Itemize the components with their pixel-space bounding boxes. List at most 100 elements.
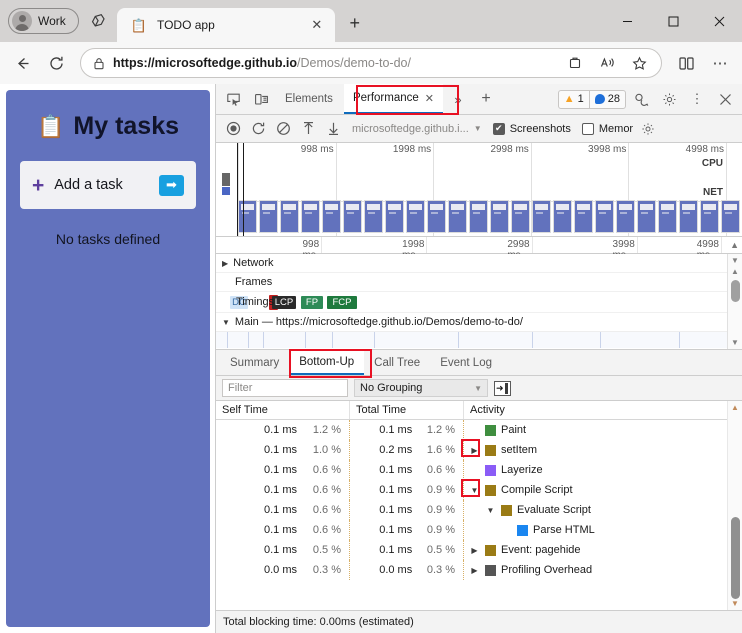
filmstrip-frame[interactable] xyxy=(469,200,488,233)
filmstrip-frame[interactable] xyxy=(616,200,635,233)
table-row[interactable]: 0.1 ms 0.5 % 0.1 ms 0.5 % ▶ Event: pagehide xyxy=(216,540,742,560)
scroll-down-icon-2[interactable]: ▼ xyxy=(731,338,739,347)
table-scrollbar[interactable]: ▲ ▼ xyxy=(727,401,742,610)
chevron-right-icon[interactable]: ▶ xyxy=(469,546,480,555)
filmstrip-frame[interactable] xyxy=(595,200,614,233)
close-devtools-icon[interactable] xyxy=(712,86,738,112)
browser-more-icon[interactable]: ⋯ xyxy=(704,47,736,79)
tab-actions-icon[interactable] xyxy=(85,7,113,35)
filmstrip-frame[interactable] xyxy=(238,200,257,233)
filmstrip-frame[interactable] xyxy=(658,200,677,233)
tab-call-tree[interactable]: Call Tree xyxy=(364,350,430,375)
scroll-up-icon-2[interactable]: ▲ xyxy=(731,267,739,276)
minimize-button[interactable] xyxy=(604,0,650,42)
reload-icon[interactable] xyxy=(40,47,72,79)
filmstrip-frame[interactable] xyxy=(553,200,572,233)
more-vertical-icon[interactable]: ⋮ xyxy=(684,86,710,112)
filmstrip-frame[interactable] xyxy=(406,200,425,233)
filmstrip-frame[interactable] xyxy=(679,200,698,233)
read-aloud-icon[interactable] xyxy=(595,51,619,75)
next-sibling-icon[interactable]: ➜ xyxy=(494,380,511,396)
tracks-scrollbar[interactable]: ▼ ▲ ▼ xyxy=(727,254,742,349)
device-emulation-icon[interactable] xyxy=(248,86,274,112)
chevron-right-icon[interactable]: ▶ xyxy=(222,259,228,268)
submit-task-icon[interactable]: ➡ xyxy=(159,174,184,196)
timing-marker-fcp[interactable]: FCP xyxy=(327,296,357,309)
table-row[interactable]: 0.1 ms 0.6 % 0.1 ms 0.9 % ▼ Evaluate Script xyxy=(216,500,742,520)
filmstrip-frame[interactable] xyxy=(322,200,341,233)
timeline-tracks[interactable]: ▶ Network Frames DC LCP FP FCP Timings ▼… xyxy=(216,254,742,350)
filmstrip-frame[interactable] xyxy=(280,200,299,233)
flame-event-bar[interactable] xyxy=(226,332,228,348)
clear-recording-button[interactable] xyxy=(271,117,295,141)
back-icon[interactable] xyxy=(6,47,38,79)
table-row[interactable]: 0.1 ms 1.2 % 0.1 ms 1.2 % Paint xyxy=(216,420,742,440)
flame-event-bar[interactable] xyxy=(678,332,680,348)
overview-selection-edge-right[interactable] xyxy=(243,143,244,236)
collections-icon[interactable] xyxy=(563,51,587,75)
filter-input[interactable]: Filter xyxy=(222,379,348,397)
column-activity[interactable]: Activity xyxy=(464,401,742,419)
add-panel-icon[interactable]: + xyxy=(473,86,499,112)
browser-tab-todo-app[interactable]: 📋 TODO app ✕ xyxy=(116,8,335,42)
table-scroll-down-icon[interactable]: ▼ xyxy=(731,599,739,608)
grouping-select[interactable]: No Grouping ▼ xyxy=(354,379,488,397)
save-profile-button[interactable] xyxy=(321,117,345,141)
table-row[interactable]: 0.0 ms 0.3 % 0.0 ms 0.3 % ▶ Profiling Overhea… xyxy=(216,560,742,580)
filmstrip-frame[interactable] xyxy=(385,200,404,233)
tab-summary[interactable]: Summary xyxy=(220,350,289,375)
new-tab-icon[interactable]: + xyxy=(341,9,369,37)
overview-selection-edge[interactable] xyxy=(237,143,238,236)
close-performance-tab-icon[interactable]: ✕ xyxy=(425,92,434,105)
close-tab-icon[interactable]: ✕ xyxy=(307,15,327,35)
add-task-input-row[interactable]: + Add a task ➡ xyxy=(20,161,196,209)
filmstrip-frame[interactable] xyxy=(490,200,509,233)
filmstrip-frame[interactable] xyxy=(700,200,719,233)
track-frames[interactable]: Frames xyxy=(216,273,742,292)
warning-badge[interactable]: ▲ 1 xyxy=(559,91,589,108)
tab-event-log[interactable]: Event Log xyxy=(430,350,502,375)
scroll-down-icon[interactable]: ▼ xyxy=(731,256,739,265)
tab-performance[interactable]: Performance ✕ xyxy=(343,84,443,114)
record-button[interactable] xyxy=(221,117,245,141)
tab-elements[interactable]: Elements xyxy=(276,84,342,114)
flame-event-bar[interactable] xyxy=(305,332,307,348)
tab-bottom-up[interactable]: Bottom-Up xyxy=(289,350,365,375)
memory-checkbox[interactable]: Memor xyxy=(581,122,633,135)
split-screen-icon[interactable] xyxy=(670,47,702,79)
track-timings[interactable]: DC LCP FP FCP Timings xyxy=(216,292,742,313)
flame-event-bar[interactable] xyxy=(531,332,533,348)
table-row[interactable]: 0.1 ms 0.6 % 0.1 ms 0.9 % ▼ Compile Script xyxy=(216,480,742,500)
filmstrip-track[interactable] xyxy=(238,200,742,233)
main-flame-chart[interactable] xyxy=(216,331,742,348)
column-self-time[interactable]: Self Time xyxy=(216,401,350,419)
filmstrip-frame[interactable] xyxy=(532,200,551,233)
origin-selector[interactable]: microsoftedge.github.i... ▼ xyxy=(352,123,482,135)
reload-and-record-button[interactable] xyxy=(246,117,270,141)
inspect-element-icon[interactable] xyxy=(220,86,246,112)
customize-icon[interactable] xyxy=(628,86,654,112)
favorite-star-icon[interactable] xyxy=(627,51,651,75)
table-row[interactable]: 0.1 ms 0.6 % 0.1 ms 0.6 % Layerize xyxy=(216,460,742,480)
filmstrip-frame[interactable] xyxy=(301,200,320,233)
close-window-button[interactable] xyxy=(696,0,742,42)
filmstrip-frame[interactable] xyxy=(448,200,467,233)
overview-window-handle-left[interactable] xyxy=(222,173,230,186)
timeline-overview[interactable]: 998 ms 1998 ms 2998 ms 3998 ms 4998 ms C… xyxy=(216,143,742,237)
track-main[interactable]: ▼ Main — https://microsoftedge.github.io… xyxy=(216,313,742,331)
chevron-right-icon[interactable]: ▶ xyxy=(469,566,480,575)
chevron-down-icon[interactable]: ▼ xyxy=(469,486,480,495)
flame-event-bar[interactable] xyxy=(599,332,601,348)
table-scroll-up-icon[interactable]: ▲ xyxy=(731,403,739,412)
filmstrip-frame[interactable] xyxy=(574,200,593,233)
filmstrip-frame[interactable] xyxy=(364,200,383,233)
filmstrip-frame[interactable] xyxy=(511,200,530,233)
message-badge[interactable]: 28 xyxy=(588,90,625,108)
filmstrip-frame[interactable] xyxy=(259,200,278,233)
scrollbar-thumb[interactable] xyxy=(730,280,740,302)
chevron-right-icon[interactable]: ▶ xyxy=(469,446,480,455)
flame-event-bar[interactable] xyxy=(247,332,249,348)
chevron-down-icon[interactable]: ▼ xyxy=(222,318,230,327)
flame-event-bar[interactable] xyxy=(331,332,333,348)
flame-event-bar[interactable] xyxy=(457,332,459,348)
